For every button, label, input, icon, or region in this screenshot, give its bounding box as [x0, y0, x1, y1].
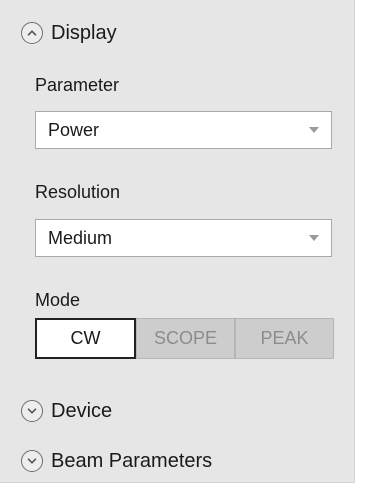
beam-parameters-section-header[interactable]: Beam Parameters — [21, 448, 212, 474]
mode-scope-button[interactable]: SCOPE — [136, 318, 235, 359]
mode-label: Mode — [35, 290, 81, 310]
parameter-dropdown[interactable]: Power — [35, 111, 332, 149]
mode-cw-button[interactable]: CW — [35, 318, 136, 359]
resolution-dropdown-value: Medium — [48, 227, 113, 248]
parameter-label: Parameter — [35, 75, 120, 95]
display-section-title: Display — [51, 21, 117, 44]
device-section-title: Device — [51, 399, 113, 422]
beam-parameters-section-title: Beam Parameters — [51, 449, 213, 472]
chevron-down-icon[interactable] — [21, 400, 43, 422]
parameter-dropdown-value: Power — [48, 119, 100, 140]
chevron-up-icon[interactable] — [21, 22, 43, 44]
chevron-down-icon[interactable] — [21, 450, 43, 472]
mode-toggle-group: CW SCOPE PEAK — [35, 318, 334, 359]
resolution-dropdown[interactable]: Medium — [35, 219, 332, 257]
mode-peak-button[interactable]: PEAK — [235, 318, 334, 359]
resolution-label: Resolution — [35, 182, 121, 202]
settings-panel: Display Parameter Power Resolution Mediu… — [0, 0, 355, 483]
dropdown-arrow-icon — [309, 235, 319, 241]
dropdown-arrow-icon — [309, 127, 319, 133]
display-section-header[interactable]: Display — [21, 20, 117, 46]
device-section-header[interactable]: Device — [21, 398, 112, 424]
